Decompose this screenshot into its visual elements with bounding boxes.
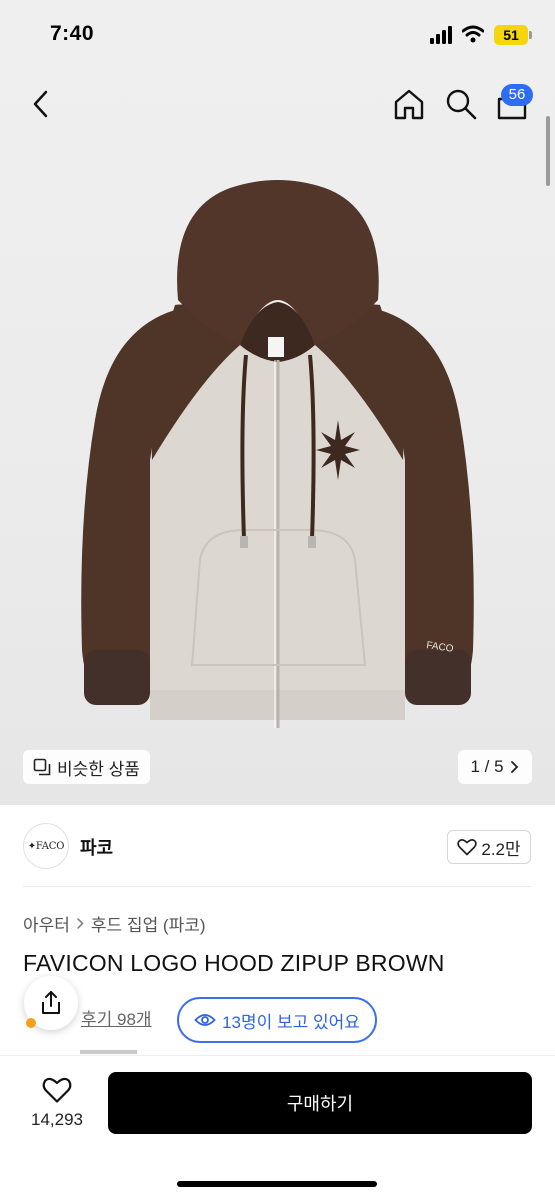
viewers-text: 13명이 보고 있어요 (222, 1012, 360, 1032)
section-indicator (80, 1050, 137, 1054)
brand-like-button[interactable]: 2.2만 (447, 830, 531, 864)
heart-icon (457, 839, 478, 856)
home-indicator (177, 1181, 377, 1187)
product-image-carousel[interactable]: FACO 56 비슷한 상품 1 / 5 (0, 62, 555, 805)
share-icon (42, 991, 60, 1014)
similar-icon (33, 758, 51, 776)
home-icon[interactable] (391, 86, 427, 122)
chevron-right-icon (510, 761, 518, 773)
heart-icon (42, 1077, 72, 1103)
breadcrumb-item[interactable]: 아우터 (23, 911, 70, 936)
wishlist-count: 14,293 (31, 1110, 83, 1129)
battery-tip (529, 31, 532, 39)
similar-products-button[interactable]: 비슷한 상품 (23, 750, 150, 784)
search-icon[interactable] (444, 86, 478, 122)
wishlist-button[interactable]: 14,293 (20, 1072, 94, 1132)
product-title: FAVICON LOGO HOOD ZIPUP BROWN (23, 950, 445, 976)
brand-like-count: 2.2만 (481, 839, 521, 859)
breadcrumb-item[interactable]: 후드 집업 (파코) (91, 911, 206, 936)
image-pager[interactable]: 1 / 5 (458, 750, 532, 784)
eye-icon (194, 1014, 216, 1026)
chevron-right-icon (77, 918, 84, 929)
status-bar: 7:40 51 (0, 0, 555, 62)
similar-products-label: 비슷한 상품 (57, 759, 140, 779)
status-time: 7:40 (50, 22, 95, 45)
brand-logo[interactable]: ✦FACO (23, 823, 69, 869)
product-image-hoodie: FACO (81, 180, 474, 728)
image-pager-text: 1 / 5 (470, 757, 504, 776)
viewers-badge: 13명이 보고 있어요 (177, 997, 377, 1043)
scrollbar[interactable] (546, 116, 550, 186)
back-icon[interactable] (26, 86, 56, 122)
cart-count-badge: 56 (501, 84, 533, 106)
brand-name[interactable]: 파코 (80, 834, 113, 860)
divider (23, 886, 531, 887)
brand-logo-text: ✦FACO (27, 840, 65, 852)
signal-icon (430, 26, 452, 44)
buy-button[interactable]: 구매하기 (108, 1072, 532, 1134)
rating-star-icon (26, 1018, 36, 1028)
battery-indicator: 51 (494, 25, 528, 45)
wifi-icon (462, 25, 484, 43)
breadcrumb: 아우터 후드 집업 (파코) (23, 911, 206, 936)
reviews-link[interactable]: 후기 98개 (81, 1005, 152, 1030)
